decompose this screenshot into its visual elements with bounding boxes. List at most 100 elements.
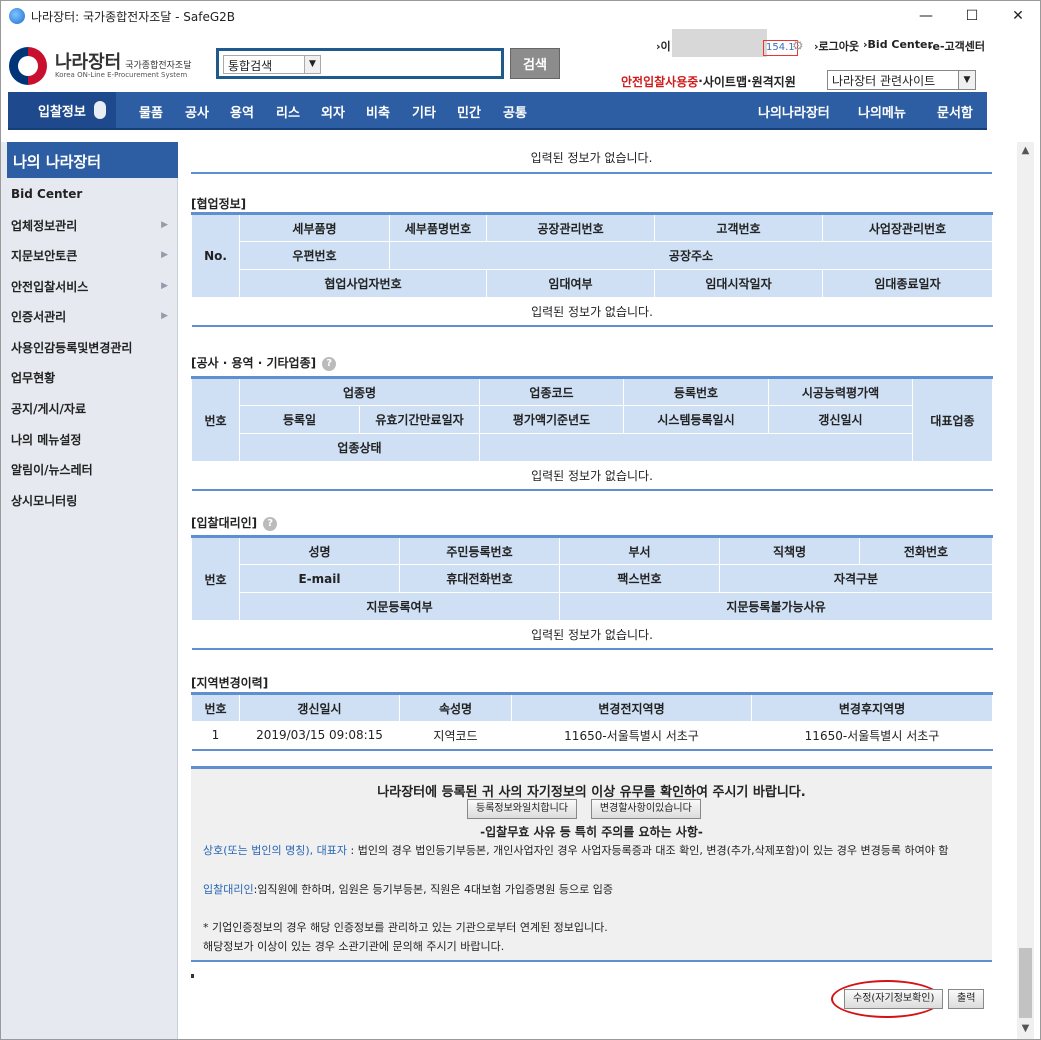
gear-icon[interactable]: ⚙ [792,39,804,54]
col-header: 등록일 [239,405,360,434]
scroll-up-icon[interactable]: ▲ [1017,142,1034,159]
col-header: 임대종료일자 [822,269,993,298]
col-header: 등록번호 [623,377,769,406]
col-header: 휴대전화번호 [399,564,560,593]
arrow-right-icon: ▶ [161,311,168,321]
nav-item[interactable]: 공사 [185,102,209,121]
col-header: 갱신일시 [239,693,400,722]
remote-support-link[interactable]: 원격지원 [752,73,796,90]
nav-item[interactable]: 공통 [503,102,527,121]
sidebar-item[interactable]: 상시모니터링 [1,485,178,515]
col-header: 전화번호 [859,536,993,565]
nav-item[interactable]: 물품 [139,102,163,121]
col-header: 갱신일시 [768,405,913,434]
col-header: 업종상태 [239,433,480,462]
col-header: 팩스번호 [559,564,720,593]
search-scope-select[interactable]: 통합검색 ▼ [223,55,321,74]
window-title: 나라장터: 국가종합전자조달 - SafeG2B [31,9,236,24]
agent-section-title: [입찰대리인]? [191,514,278,531]
scroll-down-icon[interactable]: ▼ [1017,1020,1034,1037]
chevron-down-icon: ▼ [304,56,320,73]
col-header: 속성명 [399,693,512,722]
col-header: 직책명 [719,536,860,565]
help-icon[interactable]: ? [322,356,337,371]
nav-item[interactable]: 리스 [276,102,300,121]
edit-self-info-button[interactable]: 수정(자기정보확인) [844,989,944,1009]
close-button[interactable]: ✕ [995,1,1040,31]
search-box[interactable]: 통합검색 ▼ [216,48,504,79]
col-header: 번호 [191,377,240,462]
nav-item[interactable]: 용역 [230,102,254,121]
col-header: 세부품명 [239,213,390,242]
col-header: 대표업종 [912,377,993,462]
sidebar-item[interactable]: 인증서관리 ▶ [1,301,178,331]
col-header: 부서 [559,536,720,565]
nav-bid-info[interactable]: 입찰정보 [8,92,116,128]
customer-center-link[interactable]: ›e-고객센터 [928,38,985,54]
nav-item[interactable]: 민간 [457,102,481,121]
notice-line-4: 해당정보가 이상이 있는 경우 소관기관에 문의해 주시기 바랍니다. [203,940,505,953]
empty-row: 입력된 정보가 없습니다. [191,144,992,174]
maximize-button[interactable]: ☐ [949,1,995,31]
info-match-button[interactable]: 등록정보와일치합니다 [467,799,577,819]
nav-item[interactable]: 외자 [321,102,345,121]
empty-row: 입력된 정보가 없습니다. [191,461,993,490]
search-button[interactable]: 검색 [510,48,560,79]
nav-doc-box[interactable]: 문서함 [937,102,973,121]
related-sites-select[interactable]: 나라장터 관련사이트 ▼ [827,70,976,90]
col-header: 업종명 [239,377,480,406]
col-header: 시공능력평가액 [768,377,913,406]
col-header: 협업사업자번호 [239,269,487,298]
sidebar-item[interactable]: 지문보안토큰 ▶ [1,240,178,270]
site-logo[interactable]: 나라장터 국가종합전자조달 Korea ON-Line E-Procurement… [9,45,199,85]
region-table: 번호 갱신일시 속성명 변경전지역명 변경후지역명 1 2019/03/15 09:08:… [191,692,993,751]
arrow-right-icon: ▶ [161,281,168,291]
sidebar-item[interactable]: 알림이/뉴스레터 [1,454,178,484]
nav-my-naratender[interactable]: 나의나라장터 [758,102,830,121]
logo-eng: Korea ON-Line E-Procurement System [55,71,188,79]
col-header: 공장주소 [389,241,993,270]
col-header: 세부품명번호 [389,213,487,242]
coop-section-title: [협업정보] [191,197,247,211]
col-header: 주민등록번호 [399,536,560,565]
sidebar-item[interactable]: 업무현황 [1,362,178,392]
sidebar-item[interactable]: 업체정보관리 ▶ [1,210,178,240]
nav-item[interactable]: 비축 [366,102,390,121]
coop-table: No. 세부품명 세부품명번호 공장관리번호 고객번호 사업장관리번호 우편번호 공장주소 … [191,212,993,327]
col-header: 고객번호 [654,213,823,242]
sidebar-item[interactable]: 공지/게시/자료 [1,393,178,423]
empty-row: 입력된 정보가 없습니다. [191,297,993,326]
taegeuk-logo-icon [9,47,47,85]
nav-item[interactable]: 기타 [412,102,436,121]
sidebar-item[interactable]: 나의 메뉴설정 [1,424,178,454]
logout-link[interactable]: ›로그아웃 [814,38,859,54]
print-button[interactable]: 출력 [948,989,985,1009]
redacted-user-name [672,29,767,57]
sidebar-item[interactable]: 안전입찰서비스 ▶ [1,271,178,301]
bid-center-link[interactable]: ›Bid Center [863,38,933,51]
sitemap-link[interactable]: 사이트맵 [703,73,747,90]
col-header: 임대시작일자 [654,269,823,298]
mouse-icon [93,101,106,119]
logo-sub: 국가종합전자조달 [125,61,192,71]
col-header: 시스템등록일시 [623,405,769,434]
col-header: 성명 [239,536,400,565]
notice-line-1: 상호(또는 법인의 명칭), 대표자 : 법인의 경우 법인등기부등본, 개인사… [203,844,949,857]
info-change-button[interactable]: 변경할사항이있습니다 [590,799,701,819]
col-header: E-mail [239,564,400,593]
safe-bid-link[interactable]: 안전입찰사용중 [621,73,698,90]
vertical-scrollbar[interactable]: ▲ ▼ [1017,142,1034,1039]
notice-heading: 나라장터에 등록된 귀 사의 자기정보의 이상 유무를 확인하여 주시기 바랍니… [377,785,806,800]
region-section-title: [지역변경이력] [191,676,269,690]
sub-links: 안전입찰사용중 · 사이트맵 · 원격지원 [621,73,796,90]
arrow-right-icon: ▶ [161,250,168,260]
sidebar-item[interactable]: Bid Center [1,179,178,209]
nav-my-menu[interactable]: 나의메뉴 [858,102,906,121]
col-header: 우편번호 [239,241,390,270]
scroll-thumb[interactable] [1019,948,1032,1018]
user-prefix: ›이 [656,40,671,53]
minimize-button[interactable]: — [903,1,949,31]
sidebar-item[interactable]: 사용인감등록및변경관리 [1,332,178,362]
col-header: 지문등록여부 [239,592,560,621]
help-icon[interactable]: ? [263,516,278,531]
